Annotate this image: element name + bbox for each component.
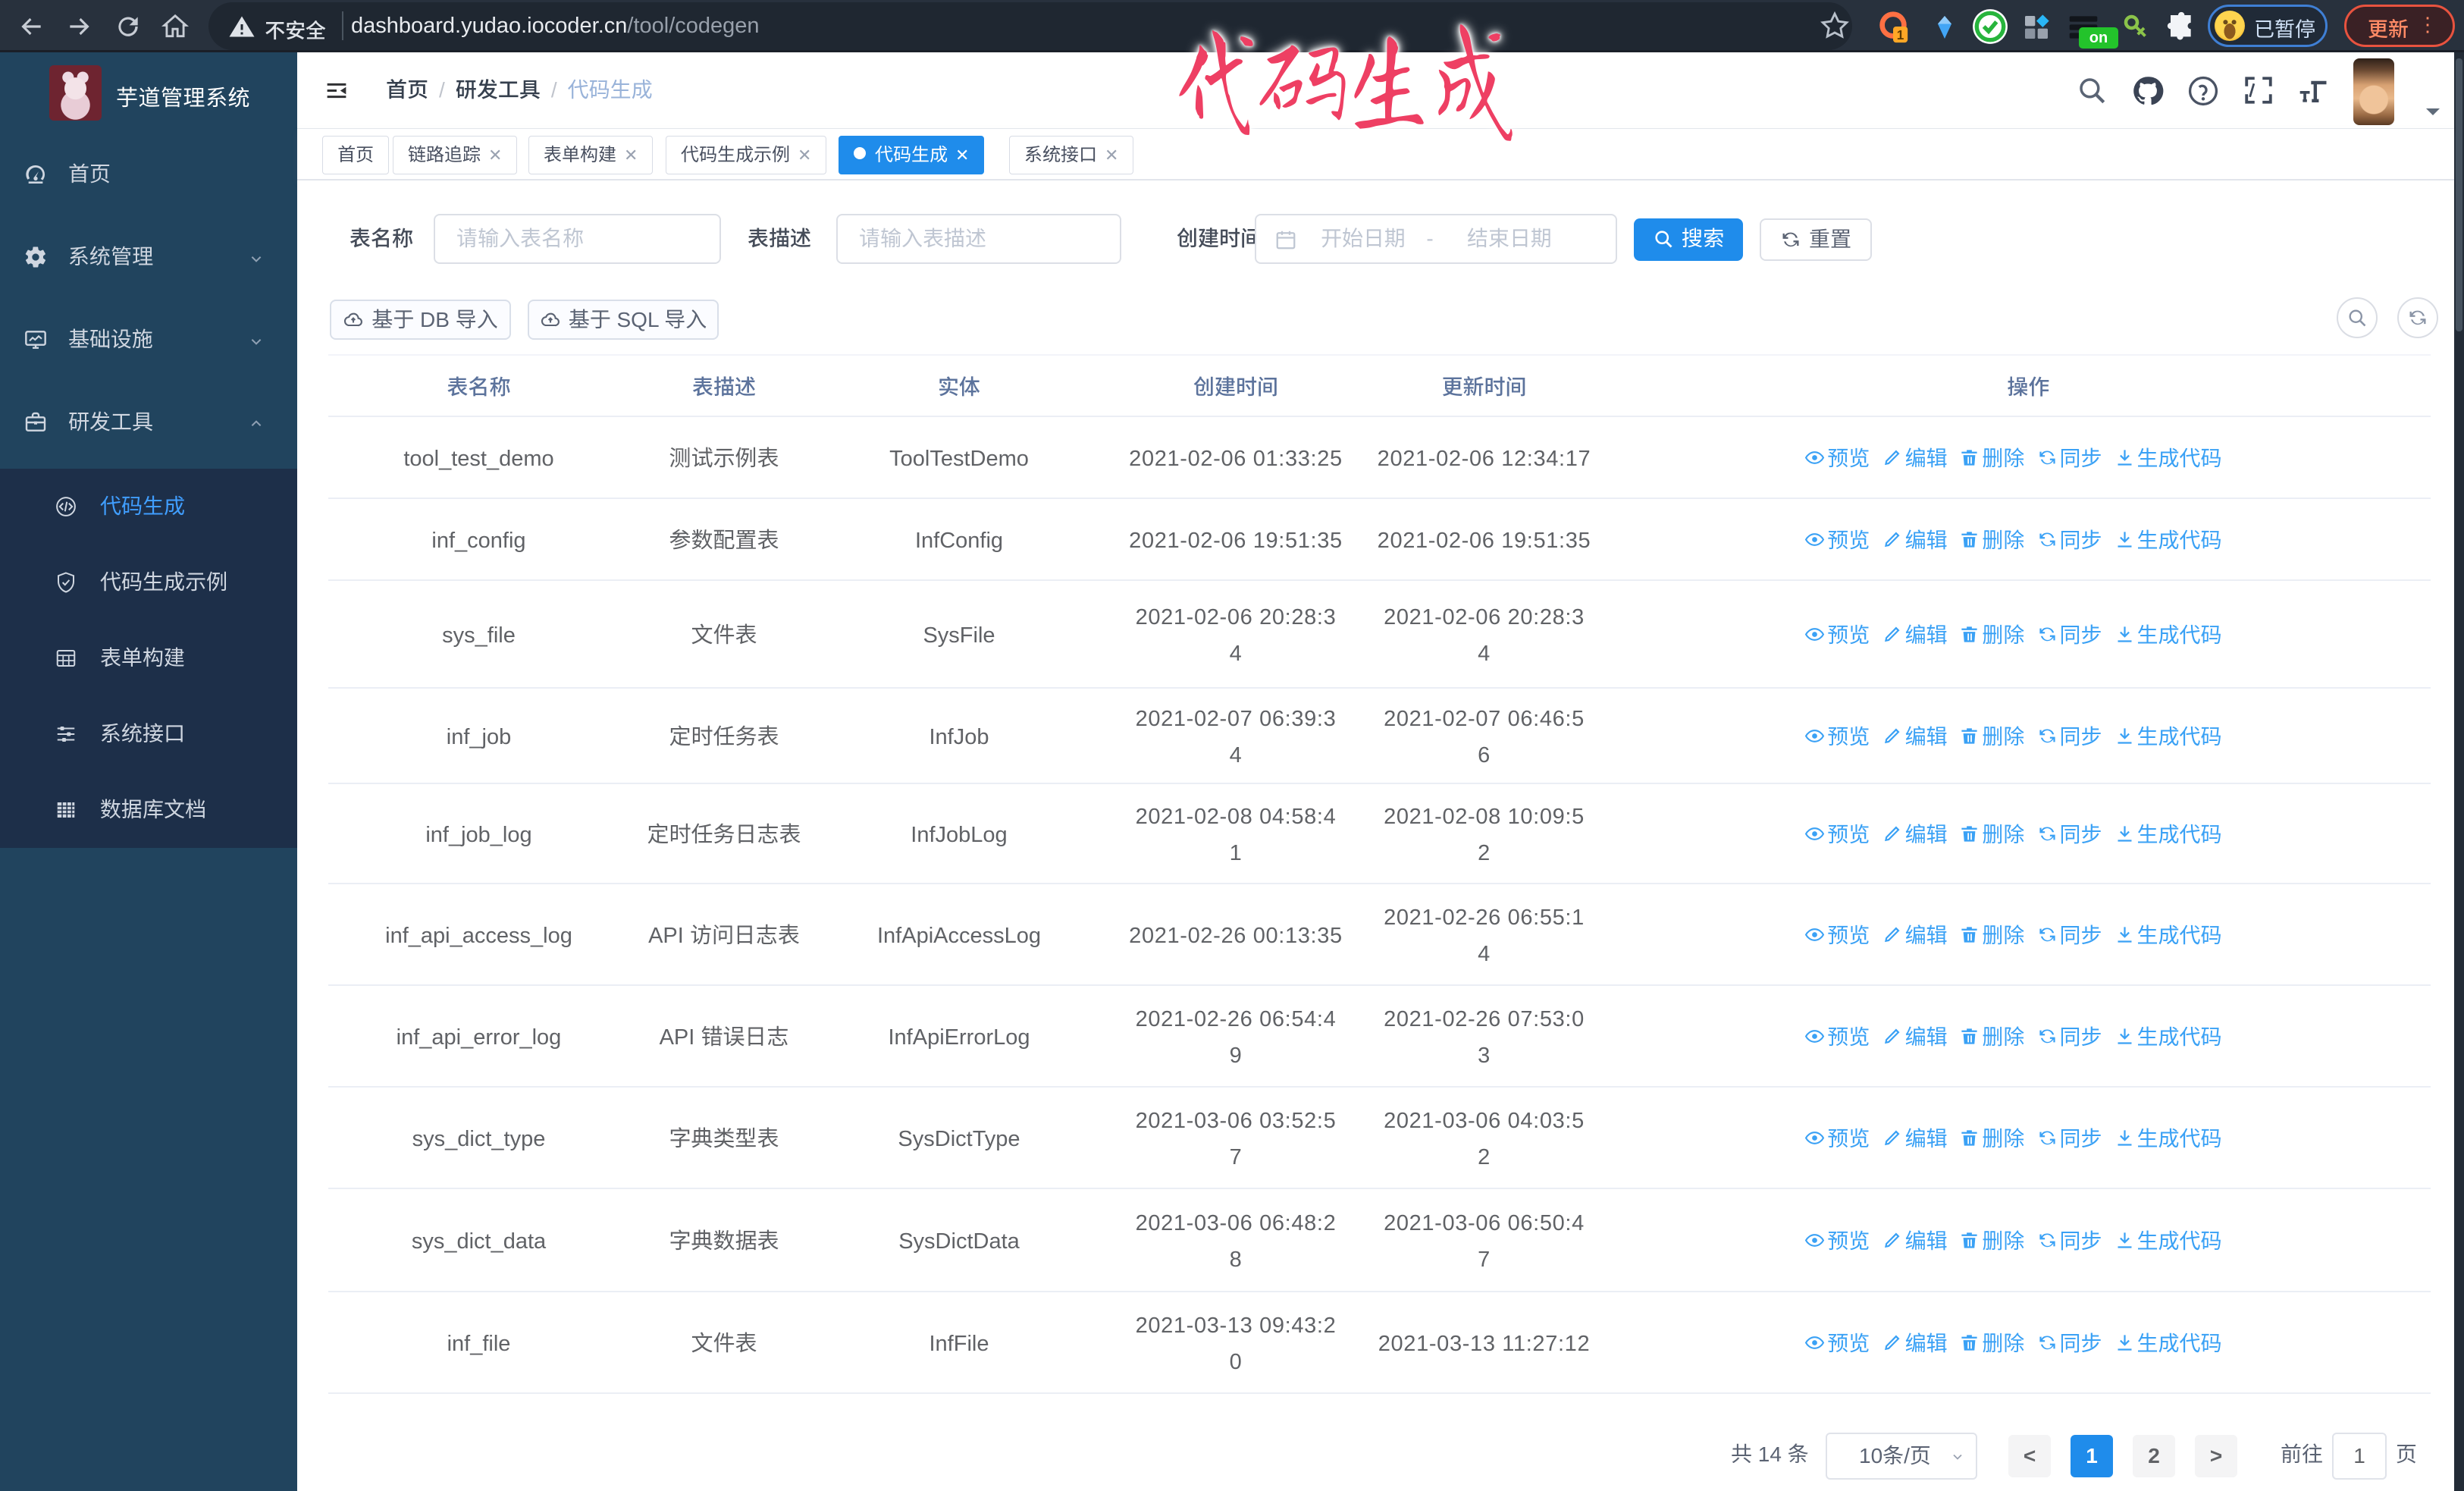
svg-text:1: 1 — [1897, 27, 1904, 42]
